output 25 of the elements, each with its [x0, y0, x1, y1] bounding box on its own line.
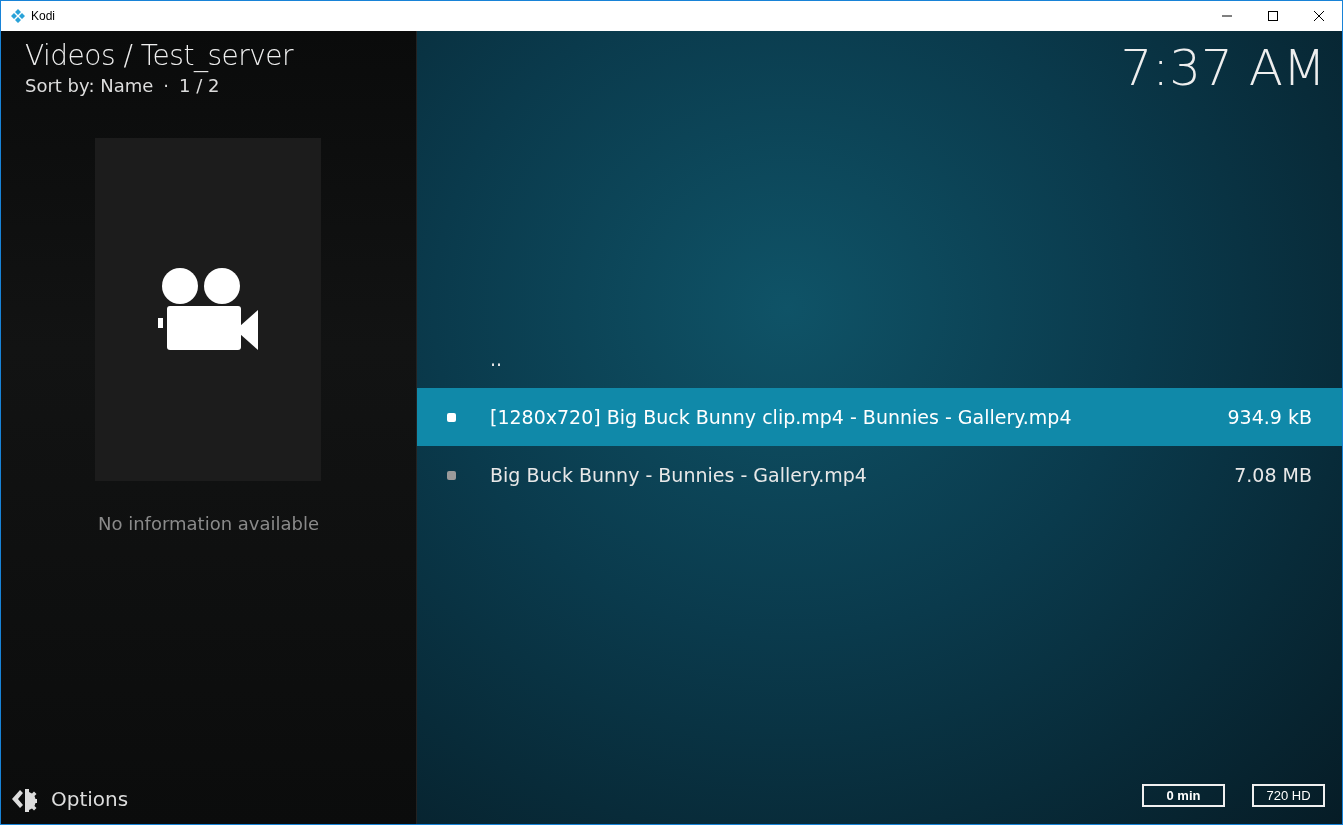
- file-size: 7.08 MB: [1234, 464, 1312, 486]
- file-size: 934.9 kB: [1227, 406, 1312, 428]
- page-count: 1 / 2: [179, 74, 220, 98]
- breadcrumb-title: Videos / Test_server: [25, 38, 295, 74]
- window-title: Kodi: [31, 9, 56, 23]
- options-label[interactable]: Options: [51, 787, 129, 811]
- kodi-logo-icon: [11, 9, 25, 23]
- file-list-item[interactable]: [1280x720] Big Buck Bunny clip.mp4 - Bunnies - Gallery.mp4 934.9 kB: [417, 388, 1342, 446]
- clock: 7:37 AM: [1120, 38, 1326, 99]
- info-badge: 720 HD: [1252, 784, 1325, 807]
- file-name: Big Buck Bunny - Bunnies - Gallery.mp4: [490, 464, 867, 486]
- file-name: ..: [490, 348, 503, 370]
- separator-dot: ·: [163, 74, 169, 98]
- close-icon[interactable]: [1314, 11, 1324, 21]
- bullet-icon: [447, 470, 456, 480]
- video-camera-icon: [158, 267, 258, 352]
- file-list-item[interactable]: Big Buck Bunny - Bunnies - Gallery.mp4 7.08 MB: [417, 446, 1342, 504]
- sort-label: Sort by: Name: [25, 74, 154, 98]
- file-list-item[interactable]: ..: [417, 330, 1342, 388]
- file-name: [1280x720] Big Buck Bunny clip.mp4 - Bunnies - Gallery.mp4: [490, 406, 1072, 428]
- options-icon[interactable]: [11, 786, 37, 812]
- bullet-icon: [447, 412, 456, 422]
- no-info-message: No information available: [96, 513, 321, 534]
- maximize-icon[interactable]: [1268, 11, 1278, 21]
- info-badge: 0 min: [1142, 784, 1225, 807]
